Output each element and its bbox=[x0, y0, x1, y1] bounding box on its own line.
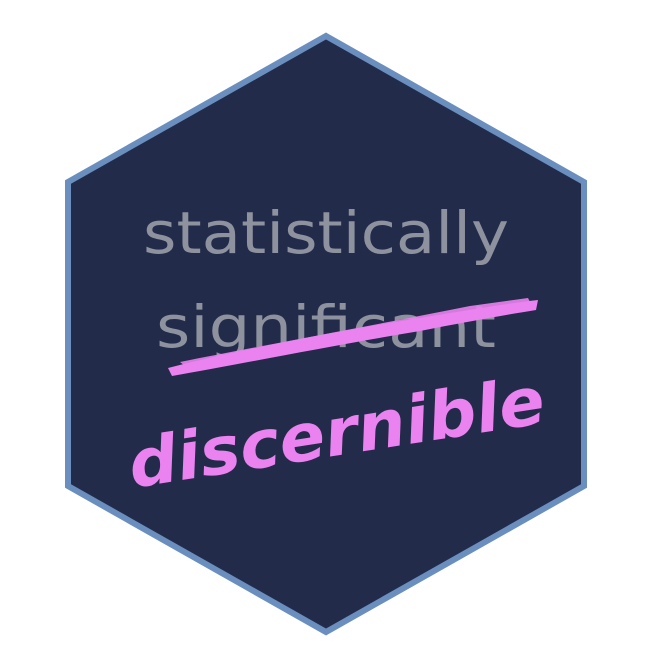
line-statistically: statistically bbox=[143, 199, 509, 267]
line-significant: significant bbox=[156, 293, 496, 361]
hex-sticker: statistically significant discernible bbox=[65, 32, 587, 636]
